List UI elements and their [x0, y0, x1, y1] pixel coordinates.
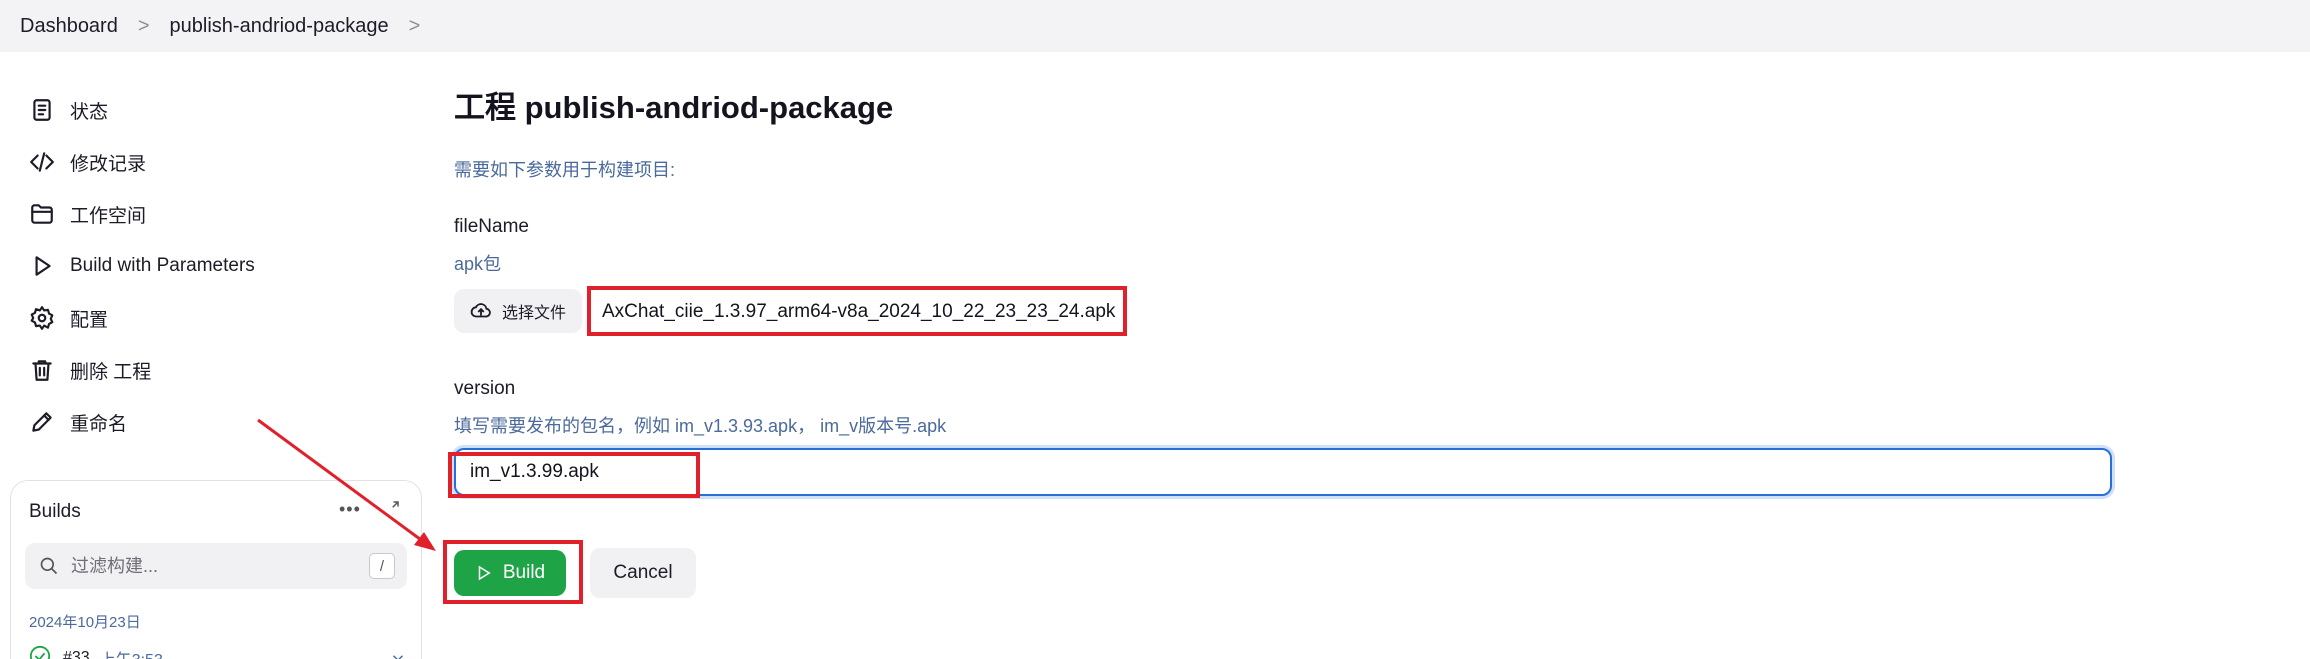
chevron-right-icon[interactable]: > [409, 15, 421, 38]
sidebar: 状态 修改记录 工作空间 Build with Parameters 配置 删除… [0, 52, 440, 659]
sidebar-item-label: 修改记录 [70, 153, 147, 175]
more-options-icon[interactable]: ••• [339, 499, 361, 520]
play-icon [28, 252, 56, 280]
build-filter-input[interactable] [71, 555, 361, 577]
sidebar-item-changes[interactable]: 修改记录 [28, 142, 146, 182]
build-entry[interactable]: #33 上午3:53 [29, 643, 407, 659]
param-name-version: version [454, 378, 516, 399]
cloud-upload-icon [470, 303, 491, 318]
pencil-icon [28, 408, 56, 436]
sidebar-item-label: 删除 工程 [70, 361, 152, 383]
success-check-icon [29, 645, 51, 659]
chevron-right-icon: > [137, 14, 150, 37]
main-content: 工程 publish-andriod-package 需要如下参数用于构建项目:… [454, 52, 2304, 659]
cancel-button-label: Cancel [613, 562, 673, 583]
sidebar-item-label: 配置 [70, 309, 109, 331]
breadcrumb-project[interactable]: publish-andriod-package [170, 15, 389, 38]
page-title: 工程 publish-andriod-package [454, 90, 894, 125]
trash-icon [28, 356, 56, 384]
version-input[interactable] [454, 448, 2112, 496]
choose-file-button[interactable]: 选择文件 [454, 289, 583, 333]
sidebar-item-status[interactable]: 状态 [28, 90, 108, 130]
breadcrumb-dashboard[interactable]: Dashboard [20, 15, 118, 38]
sidebar-item-label: 重命名 [70, 413, 128, 435]
param-desc-version: 填写需要发布的包名，例如 im_v1.3.93.apk， im_v版本号.apk [454, 416, 947, 436]
highlight-version-input [448, 452, 700, 498]
file-picker: 选择文件 AxChat_ciie_1.3.97_arm64-v8a_2024_1… [454, 288, 1115, 334]
sidebar-item-workspace[interactable]: 工作空间 [28, 194, 146, 234]
build-number[interactable]: #33 [63, 649, 90, 659]
build-date-group: 2024年10月23日 [29, 614, 141, 631]
gear-icon [28, 304, 56, 332]
cancel-button[interactable]: Cancel [590, 548, 696, 598]
parameters-intro: 需要如下参数用于构建项目: [454, 160, 675, 180]
build-time: 上午3:53 [100, 646, 163, 659]
sidebar-item-label: Build with Parameters [70, 255, 255, 276]
expand-icon[interactable] [383, 499, 403, 519]
sidebar-item-label: 状态 [70, 101, 109, 123]
shortcut-key-badge: / [369, 553, 395, 579]
code-icon [28, 148, 56, 176]
param-name-filename: fileName [454, 216, 529, 237]
search-icon [40, 557, 58, 575]
sidebar-item-label: 工作空间 [70, 205, 147, 227]
builds-title: Builds [29, 501, 81, 522]
build-filter: / [25, 543, 407, 589]
document-icon [28, 96, 56, 124]
sidebar-item-rename[interactable]: 重命名 [28, 402, 127, 442]
builds-panel: Builds ••• / 2024年10月23日 #33 上午3:53 [10, 480, 422, 659]
highlight-file-name [587, 286, 1127, 336]
breadcrumb: Dashboard > publish-andriod-package > [0, 0, 2310, 52]
choose-file-label: 选择文件 [502, 305, 567, 322]
highlight-build-button [443, 540, 583, 604]
sidebar-item-delete-project[interactable]: 删除 工程 [28, 350, 151, 390]
folder-icon [28, 200, 56, 228]
param-desc-filename: apk包 [454, 254, 502, 274]
chevron-down-icon[interactable] [389, 649, 407, 659]
sidebar-item-build-with-parameters[interactable]: Build with Parameters [28, 246, 255, 286]
sidebar-item-configure[interactable]: 配置 [28, 298, 108, 338]
